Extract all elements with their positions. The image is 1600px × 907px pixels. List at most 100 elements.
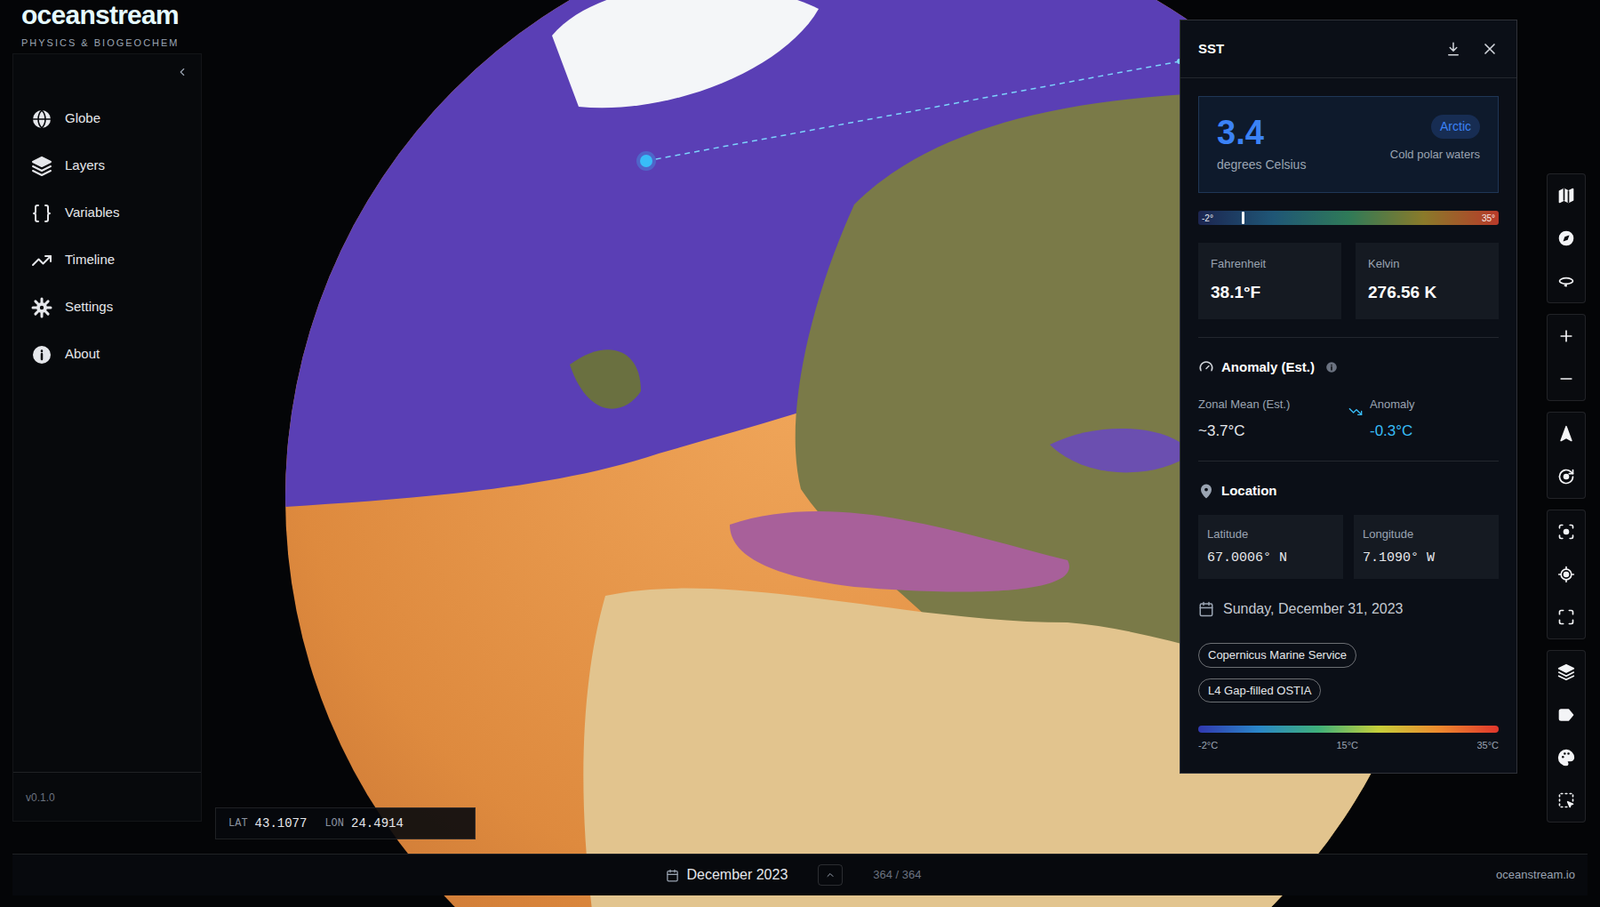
longitude-card: Longitude 7.1090° W [1353, 514, 1499, 579]
lat-label: LAT [228, 815, 248, 832]
toolbar-button[interactable] [1547, 693, 1585, 736]
anomaly-label: Anomaly [1369, 395, 1416, 414]
sidebar-item[interactable]: Settings [13, 283, 201, 331]
card-label: Fahrenheit [1210, 255, 1329, 273]
sidebar-item[interactable]: Timeline [13, 236, 201, 284]
timeline-bar: December 2023364 / 364 oceanstream.io [12, 853, 1588, 896]
sidebar-item-label: About [64, 344, 100, 365]
sidebar-item-label: Settings [64, 296, 113, 318]
divider [1198, 336, 1499, 338]
toolbar-button[interactable] [1547, 412, 1585, 456]
fahrenheit-card: Fahrenheit38.1°F [1198, 242, 1342, 320]
toolbar-button[interactable] [1547, 314, 1585, 358]
source-tags: Copernicus Marine Service L4 Gap-filled O… [1198, 642, 1499, 703]
location-pin[interactable] [640, 154, 653, 168]
anomaly-value: -0.3°C [1369, 419, 1416, 443]
date-button[interactable]: December 2023 [665, 864, 788, 886]
latitude-card: Latitude 67.0006° N [1198, 514, 1344, 579]
toolbar-button[interactable] [1547, 552, 1585, 596]
info-panel: SST 3.4degrees CelsiusArcticCold polar wa… [1179, 19, 1518, 774]
toolbar-button[interactable] [1547, 510, 1585, 553]
locate-icon [1557, 565, 1576, 584]
color-legend [1198, 725, 1499, 733]
legend-label: 15°C [1336, 737, 1359, 753]
scale-min: -2° [1201, 211, 1214, 225]
map-pin-icon [1198, 482, 1215, 499]
orbit-icon [1557, 272, 1576, 290]
sidebar-item[interactable]: Layers [13, 142, 201, 190]
sidebar-list: Globe Layers VariablesTimeline Settings Abou… [13, 89, 201, 378]
toolbar-button[interactable] [1547, 216, 1585, 260]
fullscreen-icon [1557, 608, 1576, 626]
expand-button[interactable] [817, 864, 843, 886]
region-description: Cold polar waters [1390, 145, 1480, 164]
toolbar-button[interactable] [1547, 595, 1585, 639]
timeline-date: December 2023 [686, 864, 788, 886]
sst-unit: degrees Celsius [1216, 155, 1306, 175]
download-icon [1445, 40, 1462, 57]
toolbar-group [1546, 173, 1586, 304]
sidebar-item[interactable]: About [13, 330, 201, 378]
toolbar-group [1546, 313, 1586, 401]
select-area-icon [1557, 791, 1576, 809]
anomaly-value-block: Anomaly -0.3°C [1348, 395, 1499, 443]
logo: oceanstreamPHYSICS & BIOGEOCHEM [21, 0, 180, 51]
coord-label: Latitude [1207, 525, 1335, 544]
toolbar-button[interactable] [1547, 736, 1585, 779]
gauge-icon [1198, 359, 1215, 376]
sidebar-item-label: Layers [64, 155, 105, 176]
anomaly-text: Anomaly -0.3°C [1369, 395, 1416, 443]
globe-icon [31, 108, 53, 130]
sidebar-footer: v0.1.0 [13, 771, 201, 821]
source-tag: L4 Gap-filled OSTIA [1198, 678, 1321, 704]
panel-header: SST [1180, 20, 1517, 79]
toolbar-button[interactable] [1547, 455, 1585, 498]
toolbar-button[interactable] [1547, 650, 1585, 694]
value-card: 3.4degrees CelsiusArcticCold polar water… [1198, 96, 1499, 193]
rotate-icon [1557, 467, 1576, 486]
close-button[interactable] [1480, 40, 1499, 58]
region-block: ArcticCold polar waters [1390, 114, 1480, 164]
toolbar-group [1546, 509, 1586, 640]
legend-label: -2°C [1198, 737, 1218, 753]
zonal-value: ~3.7°C [1198, 419, 1349, 443]
toolbar-button[interactable] [1547, 357, 1585, 400]
close-icon [1480, 40, 1499, 58]
sidebar-item-label: Globe [64, 108, 101, 129]
chevron-left-icon [176, 65, 189, 79]
download-button[interactable] [1445, 40, 1462, 57]
version: v0.1.0 [25, 791, 56, 804]
sidebar: Globe Layers VariablesTimeline Settings Abou… [12, 53, 202, 822]
toolbar-button[interactable] [1547, 778, 1585, 822]
source-tag: Copernicus Marine Service [1198, 642, 1357, 668]
timeline-controls: December 2023364 / 364 [665, 864, 921, 886]
info-icon [31, 344, 53, 366]
coord-value: 7.1090° W [1362, 548, 1490, 569]
label-icon [1557, 705, 1576, 724]
braces-icon [31, 202, 53, 224]
conversions: Fahrenheit38.1°FKelvin276.56 K [1198, 242, 1499, 320]
coord-value: 67.0006° N [1207, 548, 1335, 569]
zoom-out-icon [1557, 369, 1576, 388]
coord-label: Longitude [1362, 525, 1490, 544]
chevron-up-icon [824, 869, 836, 880]
sidebar-header [13, 54, 201, 90]
toolbar-button[interactable] [1547, 259, 1585, 303]
collapse-button[interactable] [176, 65, 189, 79]
anomaly-title: Anomaly (Est.) [1221, 357, 1315, 378]
sidebar-item[interactable]: Globe [13, 95, 201, 143]
sidebar-item[interactable]: Variables [13, 189, 201, 237]
kelvin-card: Kelvin276.56 K [1355, 242, 1499, 320]
site-link[interactable]: oceanstream.io [1496, 865, 1576, 884]
calendar-icon [665, 868, 680, 882]
app: oceanstreamPHYSICS & BIOGEOCHEM Globe Laye… [0, 0, 1600, 907]
observation-date: Sunday, December 31, 2023 [1223, 598, 1404, 620]
legend-label: 35°C [1476, 737, 1499, 753]
trending-down-icon [1348, 404, 1363, 419]
toolbar-button[interactable] [1547, 174, 1585, 217]
map-icon [1557, 186, 1576, 205]
anomaly-grid: Zonal Mean (Est.)~3.7°CAnomaly-0.3°C [1198, 395, 1499, 443]
focus-icon [1557, 522, 1576, 541]
toolbar-group [1546, 649, 1586, 823]
north-arrow-icon [1557, 424, 1576, 443]
